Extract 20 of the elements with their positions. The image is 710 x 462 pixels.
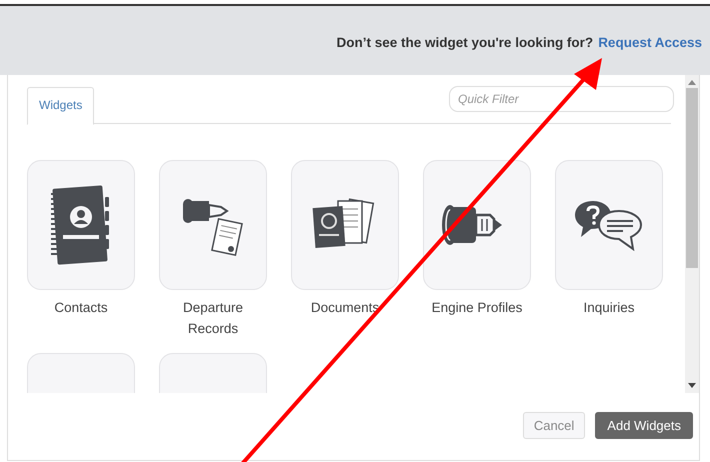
widget-tile[interactable] <box>159 160 267 290</box>
widget-tile[interactable] <box>291 160 399 290</box>
widget-label: Documents <box>310 299 380 317</box>
prompt-text: Don’t see the widget you're looking for? <box>336 35 594 50</box>
add-widgets-button[interactable]: Add Widgets <box>595 412 693 439</box>
widget-tile[interactable] <box>555 160 663 290</box>
widget-label: Contacts <box>53 299 109 317</box>
widget-tile[interactable] <box>423 160 531 290</box>
quick-filter-field[interactable]: Quick Filter <box>449 86 674 112</box>
widget-tile[interactable] <box>27 160 135 290</box>
widget-label: Inquiries <box>582 299 636 317</box>
chat-bubbles-icon <box>573 199 645 251</box>
widget-label: Engine Profiles <box>430 299 524 317</box>
widget-label: Departure Records <box>182 299 244 338</box>
widgets-tab[interactable]: Widgets <box>27 87 94 125</box>
scroll-up-icon[interactable] <box>688 80 696 85</box>
scrollbar[interactable] <box>685 75 699 393</box>
scroll-down-icon[interactable] <box>688 383 696 388</box>
cancel-button[interactable]: Cancel <box>522 412 586 439</box>
request-access-link[interactable]: Request Access <box>598 35 702 50</box>
